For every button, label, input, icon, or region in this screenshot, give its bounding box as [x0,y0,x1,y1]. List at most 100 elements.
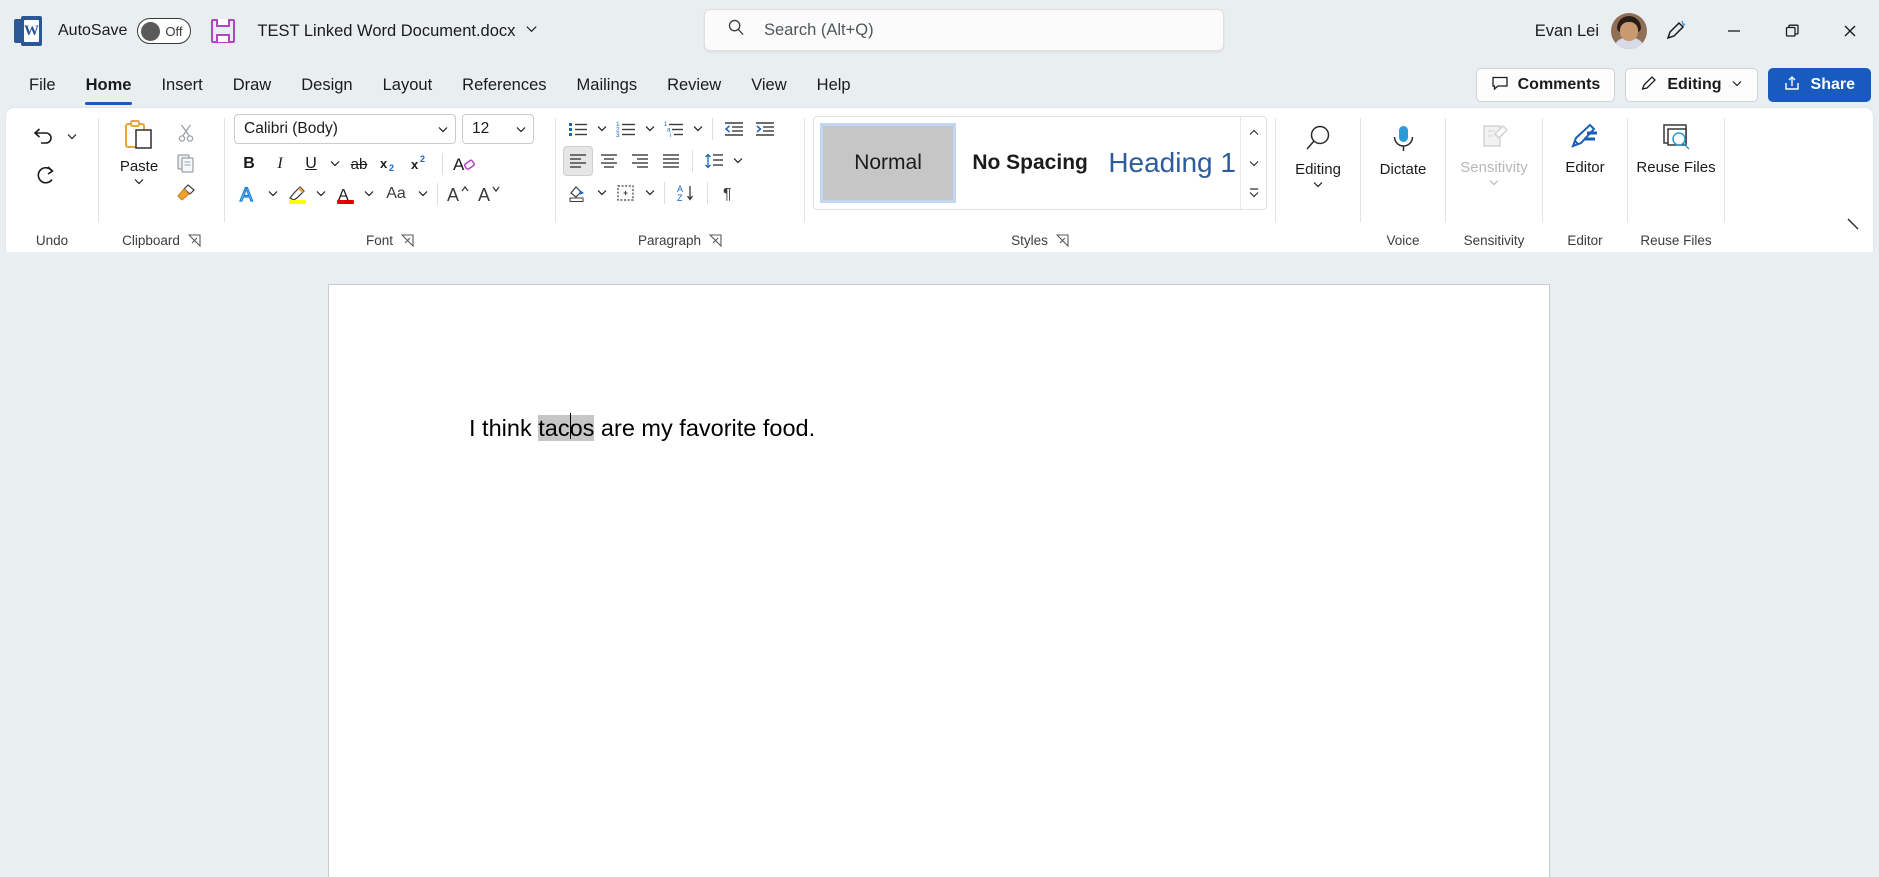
numbering-dropdown-chevron[interactable] [642,122,658,137]
tab-help[interactable]: Help [802,63,866,107]
tab-insert[interactable]: Insert [146,63,217,107]
paste-button[interactable]: Paste [106,114,172,190]
line-spacing-button[interactable] [699,146,729,176]
undo-dropdown-chevron[interactable] [64,130,80,145]
redo-button[interactable] [26,156,64,194]
align-left-button[interactable] [563,146,593,176]
tab-mailings[interactable]: Mailings [562,63,653,107]
highlight-button[interactable] [282,179,312,209]
tab-references[interactable]: References [447,63,561,107]
line-spacing-dropdown-chevron[interactable] [730,154,746,169]
style-normal[interactable]: Normal [820,123,957,203]
sensitivity-dropdown-chevron[interactable] [1486,176,1502,191]
editor-button[interactable]: Editor [1545,114,1625,218]
tab-draw[interactable]: Draw [218,63,287,107]
dialog-launcher-icon[interactable] [400,233,414,247]
bullets-button[interactable] [563,114,593,144]
font-color-dropdown-chevron[interactable] [361,187,377,202]
increase-indent-button[interactable] [750,114,780,144]
editing-dropdown-chevron[interactable] [1310,178,1326,193]
close-button[interactable] [1821,0,1879,62]
styles-more-button[interactable] [1243,181,1265,205]
font-name-combo[interactable]: Calibri (Body) [234,114,456,144]
subscript-button[interactable]: x2 [375,149,405,179]
align-right-button[interactable] [625,146,655,176]
cut-button[interactable] [172,120,200,146]
strikethrough-button[interactable]: ab [344,149,374,179]
tab-design[interactable]: Design [286,63,367,107]
styles-scroll-down-button[interactable] [1243,151,1265,175]
bullets-dropdown-chevron[interactable] [594,122,610,137]
shrink-font-button[interactable]: A [475,179,505,209]
restore-button[interactable] [1763,0,1821,62]
group-label-text: Font [365,232,393,248]
shading-button[interactable] [563,178,593,208]
tab-layout[interactable]: Layout [368,63,448,107]
justify-button[interactable] [656,146,686,176]
underline-button[interactable]: U [296,149,326,179]
font-color-button[interactable]: A [330,179,360,209]
shading-dropdown-chevron[interactable] [594,186,610,201]
dialog-launcher-icon[interactable] [1055,233,1069,247]
bold-button[interactable]: B [234,149,264,179]
document-title[interactable]: TEST Linked Word Document.docx [257,21,539,41]
italic-button[interactable]: I [265,149,295,179]
selected-text[interactable]: tacos [538,413,595,441]
font-size-combo[interactable]: 12 [462,114,534,144]
dialog-launcher-icon[interactable] [187,233,201,247]
editing-find-button[interactable]: Editing [1278,114,1358,218]
dialog-launcher-icon[interactable] [708,233,722,247]
style-no-spacing[interactable]: No Spacing [962,123,1099,203]
multilevel-dropdown-chevron[interactable] [690,122,706,137]
document-paragraph[interactable]: I think tacos are my favorite food. [469,413,815,442]
grow-font-button[interactable]: A [444,179,474,209]
borders-button[interactable] [611,178,641,208]
chevron-down-icon[interactable] [524,21,539,41]
text-effects-dropdown-chevron[interactable] [265,187,281,202]
change-case-dropdown-chevron[interactable] [415,187,431,202]
format-painter-button[interactable] [172,180,200,206]
ribbon-group-sensitivity: Sensitivity Sensitivity [1446,108,1542,252]
collapse-ribbon-button[interactable] [1841,212,1867,238]
avatar[interactable] [1611,13,1647,49]
align-center-button[interactable] [594,146,624,176]
search-placeholder: Search (Alt+Q) [764,20,874,39]
search-box[interactable]: Search (Alt+Q) [704,9,1224,51]
document-page[interactable]: I think tacos are my favorite food. [328,284,1550,877]
text-caret [569,413,572,439]
style-heading-1[interactable]: Heading 1 [1104,123,1241,203]
sensitivity-button[interactable]: Sensitivity [1448,114,1540,218]
multilevel-list-button[interactable]: 1ai [659,114,689,144]
paste-dropdown-chevron[interactable] [131,175,147,190]
editing-mode-button[interactable]: Editing [1625,68,1758,102]
tab-view[interactable]: View [736,63,801,107]
undo-button[interactable] [24,118,62,156]
copy-button[interactable] [172,150,200,176]
sort-button[interactable]: AZ [671,178,701,208]
dictate-button[interactable]: Dictate [1363,114,1443,218]
ribbon-display-options-button[interactable] [1647,0,1705,62]
clear-formatting-button[interactable]: A [449,149,479,179]
change-case-button[interactable]: Aa [378,179,414,209]
styles-scroll-up-button[interactable] [1243,121,1265,145]
share-icon [1784,74,1802,97]
autosave-toggle[interactable]: Off [137,18,192,44]
reuse-files-button[interactable]: Reuse Files [1630,114,1722,218]
save-icon[interactable] [211,19,236,43]
tab-file[interactable]: File [14,63,71,107]
decrease-indent-button[interactable] [719,114,749,144]
numbering-button[interactable]: 123 [611,114,641,144]
show-formatting-marks-button[interactable]: ¶ [714,178,744,208]
tab-label: Draw [232,75,272,94]
text-effects-button[interactable]: A [234,179,264,209]
comments-button[interactable]: Comments [1475,68,1616,102]
tab-review[interactable]: Review [652,63,736,107]
document-canvas[interactable]: I think tacos are my favorite food. [0,252,1879,877]
share-button[interactable]: Share [1767,68,1871,102]
borders-dropdown-chevron[interactable] [642,186,658,201]
underline-dropdown-chevron[interactable] [327,157,343,172]
superscript-button[interactable]: x2 [406,149,436,179]
tab-home[interactable]: Home [71,63,147,107]
highlight-dropdown-chevron[interactable] [313,187,329,202]
minimize-button[interactable] [1705,0,1763,62]
